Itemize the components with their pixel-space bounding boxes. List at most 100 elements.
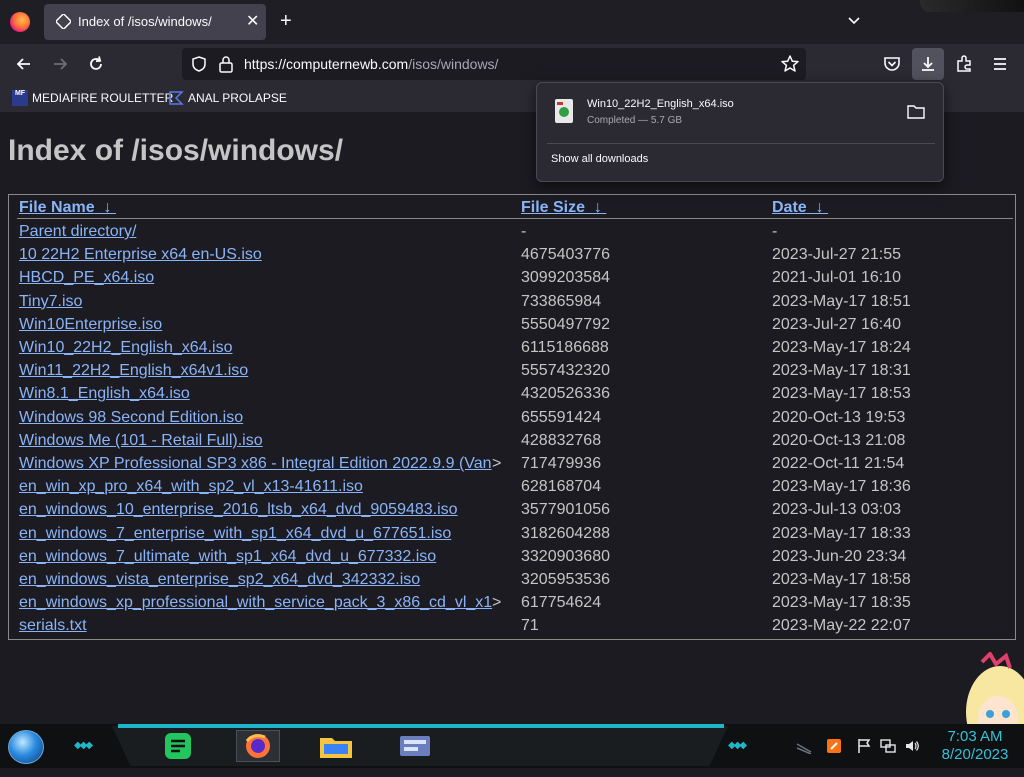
file-date-cell: - <box>772 223 778 240</box>
url-text[interactable]: https://computernewb.com/isos/windows/ <box>244 56 498 72</box>
pocket-icon[interactable] <box>882 54 902 74</box>
tab-close-icon[interactable]: ✕ <box>246 13 259 31</box>
file-link[interactable]: serials.txt <box>19 617 87 634</box>
taskbar-clock[interactable]: 7:03 AM 8/20/2023 <box>930 728 1020 764</box>
table-row: en_windows_10_enterprise_2016_ltsb_x64_d… <box>9 500 1015 523</box>
table-row: Tiny7.iso 733865984 2023-May-17 18:51 <box>9 292 1015 315</box>
action-center-flag-icon[interactable] <box>856 738 872 754</box>
url-host: https://computernewb.com <box>244 56 409 72</box>
taskbar-app-control-panel-icon[interactable] <box>398 730 432 762</box>
show-all-downloads-button[interactable]: Show all downloads <box>551 153 648 165</box>
file-link[interactable]: Win10Enterprise.iso <box>19 316 162 333</box>
back-icon[interactable] <box>14 54 34 74</box>
taskbar-accent-line <box>118 724 724 728</box>
file-link[interactable]: Win11_22H2_English_x64v1.iso <box>19 362 248 379</box>
menu-icon[interactable] <box>990 54 1010 74</box>
file-size-cell: 717479936 <box>521 455 602 472</box>
extensions-icon[interactable] <box>954 54 974 74</box>
file-link[interactable]: en_windows_7_enterprise_with_sp1_x64_dvd… <box>19 525 451 542</box>
table-row: HBCD_PE_x64.iso 3099203584 2021-Jul-01 16:… <box>9 268 1015 291</box>
page-content: Index of /isos/windows/ File Name ↓ File… <box>0 112 1024 768</box>
file-date-cell: 2023-May-17 18:51 <box>772 292 911 310</box>
reload-icon[interactable] <box>86 54 106 74</box>
file-link[interactable]: en_windows_vista_enterprise_sp2_x64_dvd_… <box>19 571 420 588</box>
tray-app-icon[interactable] <box>826 738 842 754</box>
bookmark-label: ANAL PROLAPSE <box>188 91 287 105</box>
bookmark-mediafire-rouletter[interactable]: MF MEDIAFIRE ROULETTER <box>12 90 173 108</box>
volume-icon[interactable] <box>904 738 920 754</box>
column-header-file-name[interactable]: File Name ↓ <box>19 199 116 217</box>
panel-divider <box>547 143 935 144</box>
tab-title: Index of /isos/windows/ <box>78 14 212 29</box>
file-name-cell: en_windows_vista_enterprise_sp2_x64_dvd_… <box>19 570 501 590</box>
taskbar: ◆◆◆ ◆◆◆ 7:03 AM 8/20/2023 <box>0 724 1024 768</box>
window-decoration <box>920 0 1024 12</box>
taskbar-app-file-explorer-icon[interactable] <box>318 730 354 762</box>
file-name-cell: en_windows_xp_professional_with_service_… <box>19 593 501 613</box>
taskbar-app-firefox-icon[interactable] <box>236 730 280 762</box>
file-size-cell: 3577901056 <box>521 501 610 519</box>
mediafire-icon-text: MF <box>14 90 26 97</box>
file-date-cell: 2020-Oct-13 19:53 <box>772 408 906 426</box>
download-file-name: Win10_22H2_English_x64.iso <box>587 98 734 110</box>
file-link[interactable]: HBCD_PE_x64.iso <box>19 269 154 286</box>
url-path: /isos/windows/ <box>408 56 499 72</box>
table-row: Windows 98 Second Edition.iso 655591424 20… <box>9 408 1015 431</box>
header-label: File Name <box>19 199 95 216</box>
header-label: File Size <box>521 199 586 216</box>
file-name-cell: Tiny7.iso <box>19 292 501 312</box>
file-link[interactable]: Windows XP Professional SP3 x86 - Integr… <box>19 455 492 472</box>
file-date-cell: 2023-May-22 22:07 <box>772 617 911 635</box>
table-row: serials.txt 71 2023-May-22 22:07 <box>9 616 1015 639</box>
firefox-icon[interactable] <box>10 12 30 32</box>
downloads-button[interactable] <box>912 48 944 80</box>
open-folder-icon[interactable] <box>907 103 925 119</box>
lock-icon[interactable] <box>218 55 234 78</box>
column-header-file-size[interactable]: File Size ↓ <box>521 199 606 217</box>
forward-icon[interactable] <box>50 54 70 74</box>
file-name-cell: en_windows_7_ultimate_with_sp1_x64_dvd_u… <box>19 547 501 567</box>
file-link[interactable]: Tiny7.iso <box>19 293 82 310</box>
file-date-cell: 2023-May-17 18:35 <box>772 594 911 612</box>
page-title: Index of /isos/windows/ <box>8 134 344 167</box>
file-size-cell: 5550497792 <box>521 315 610 333</box>
list-all-tabs-icon[interactable] <box>846 12 862 28</box>
url-bar[interactable]: https://computernewb.com/isos/windows/ <box>182 48 806 80</box>
column-header-date[interactable]: Date ↓ <box>772 199 828 217</box>
file-link[interactable]: 10 22H2 Enterprise x64 en-US.iso <box>19 246 262 263</box>
file-size-cell: 71 <box>521 617 539 635</box>
file-size-cell: 655591424 <box>521 408 602 426</box>
file-date-cell: 2023-Jul-27 16:40 <box>772 315 901 333</box>
new-tab-icon[interactable]: + <box>280 10 292 32</box>
file-size-cell: 428832768 <box>521 431 602 449</box>
file-date-cell: 2023-Jul-13 03:03 <box>772 501 901 519</box>
taskbar-app-notes-icon[interactable] <box>162 730 194 762</box>
tab-active[interactable]: Index of /isos/windows/ ✕ <box>44 4 266 40</box>
file-link[interactable]: en_windows_10_enterprise_2016_ltsb_x64_d… <box>19 501 458 518</box>
truncation-marker: > <box>492 455 502 472</box>
file-name-cell: 10 22H2 Enterprise x64 en-US.iso <box>19 245 501 265</box>
table-row: Parent directory/ - - <box>9 222 1015 245</box>
bookmark-star-icon[interactable] <box>780 54 800 79</box>
file-link[interactable]: en_windows_7_ultimate_with_sp1_x64_dvd_u… <box>19 548 436 565</box>
file-link[interactable]: Parent directory/ <box>19 223 136 240</box>
file-link[interactable]: Win8.1_English_x64.iso <box>19 385 190 402</box>
file-link[interactable]: en_windows_xp_professional_with_service_… <box>19 594 492 611</box>
file-link[interactable]: Windows Me (101 - Retail Full).iso <box>19 432 263 449</box>
file-date-cell: 2023-May-17 18:31 <box>772 362 911 380</box>
network-icon[interactable] <box>880 738 896 754</box>
table-row: Windows Me (101 - Retail Full).iso 428832… <box>9 431 1015 454</box>
file-link[interactable]: Win10_22H2_English_x64.iso <box>19 339 232 356</box>
chevron-decoration-icon: ◆◆◆ <box>74 740 93 751</box>
download-status: Completed — 5.7 GB <box>587 115 683 126</box>
header-label: Date <box>772 199 807 216</box>
tracking-protection-shield-icon[interactable] <box>190 55 208 78</box>
file-link[interactable]: Windows 98 Second Edition.iso <box>19 409 243 426</box>
file-size-cell: 4320526336 <box>521 385 610 403</box>
start-button[interactable] <box>8 730 44 764</box>
bookmark-anal-prolapse[interactable]: ANAL PROLAPSE <box>168 90 287 108</box>
disc-image-file-icon <box>555 99 573 123</box>
downloads-panel: Win10_22H2_English_x64.iso Completed — 5… <box>536 82 944 182</box>
file-link[interactable]: en_win_xp_pro_x64_with_sp2_vl_x13-41611.… <box>19 478 363 495</box>
table-row: Win11_22H2_English_x64v1.iso 5557432320 20… <box>9 361 1015 384</box>
